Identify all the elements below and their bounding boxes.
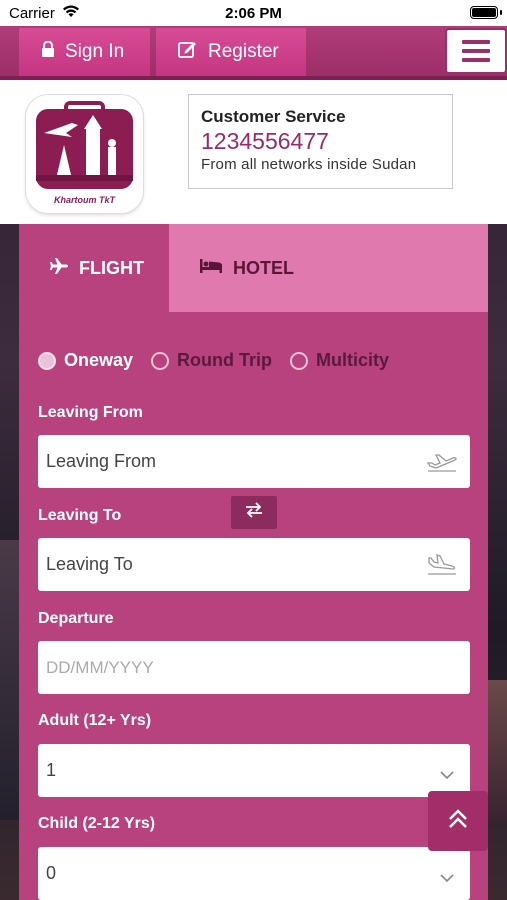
swap-icon	[243, 501, 265, 524]
radio-multicity-label: Multicity	[316, 350, 390, 370]
register-button[interactable]: Register	[156, 28, 306, 76]
adult-label: Adult (12+ Yrs)	[38, 712, 152, 729]
leaving-from-input[interactable]: Leaving From	[38, 435, 470, 488]
radio-dot	[151, 351, 170, 370]
departure-date-input[interactable]: DD/MM/YYYY	[38, 641, 470, 694]
background-scenery	[0, 540, 19, 820]
adult-value: 1	[46, 760, 57, 780]
customer-service-phone[interactable]: 1234556477	[201, 128, 440, 155]
swap-button[interactable]	[231, 496, 277, 529]
leaving-to-input[interactable]: Leaving To	[38, 538, 470, 591]
leaving-to-label: Leaving To	[38, 507, 122, 524]
bed-icon	[199, 258, 223, 279]
trip-type-group: Oneway Round Trip Multicity	[38, 350, 389, 371]
leaving-from-placeholder: Leaving From	[46, 451, 157, 471]
battery-icon	[470, 6, 502, 19]
plane-takeoff-icon	[426, 449, 458, 478]
chevron-down-icon	[440, 867, 454, 888]
departure-label: Departure	[38, 610, 114, 627]
radio-round-trip[interactable]: Round Trip	[151, 350, 272, 371]
scroll-top-button[interactable]	[428, 791, 488, 851]
adult-select[interactable]: 1	[38, 744, 470, 797]
hamburger-icon	[462, 40, 490, 44]
status-bar: Carrier 2:06 PM	[0, 0, 507, 26]
booking-panel: FLIGHT HOTEL Oneway Round Trip Multicity…	[19, 224, 488, 900]
plane-icon	[49, 257, 69, 280]
clock: 2:06 PM	[225, 5, 282, 22]
radio-dot	[38, 351, 56, 370]
leaving-from-label: Leaving From	[38, 404, 143, 421]
radio-oneway-label: Oneway	[64, 350, 134, 370]
customer-service-box: Customer Service 1234556477 From all net…	[188, 94, 453, 189]
register-label: Register	[208, 41, 279, 62]
chevron-down-icon	[440, 764, 454, 785]
edit-icon	[178, 40, 198, 64]
brand-header: Khartoum TkT Customer Service 1234556477…	[0, 80, 507, 224]
app-logo[interactable]: Khartoum TkT	[26, 95, 143, 213]
customer-service-note: From all networks inside Sudan	[201, 156, 417, 173]
sign-in-button[interactable]: Sign In	[19, 28, 150, 76]
customer-service-title: Customer Service	[201, 107, 346, 126]
radio-oneway[interactable]: Oneway	[38, 350, 133, 371]
child-select[interactable]: 0	[38, 847, 470, 900]
plane-landing-icon	[426, 552, 458, 581]
child-label: Child (2-12 Yrs)	[38, 815, 156, 832]
departure-placeholder: DD/MM/YYYY	[46, 657, 154, 677]
radio-multicity[interactable]: Multicity	[290, 350, 389, 371]
sign-in-label: Sign In	[65, 41, 125, 62]
leaving-to-placeholder: Leaving To	[46, 554, 133, 574]
background-scenery-right	[488, 680, 507, 820]
radio-dot	[290, 351, 309, 370]
menu-button[interactable]	[445, 28, 507, 74]
lock-icon	[41, 40, 55, 63]
tab-hotel[interactable]: HOTEL	[169, 224, 488, 312]
radio-round-trip-label: Round Trip	[177, 350, 273, 370]
double-chevron-up-icon	[447, 808, 469, 835]
top-nav: Sign In Register	[0, 26, 507, 80]
tab-flight[interactable]: FLIGHT	[19, 224, 169, 312]
tab-flight-label: FLIGHT	[79, 257, 144, 278]
booking-tabs: FLIGHT HOTEL	[19, 224, 488, 312]
child-value: 0	[46, 863, 57, 883]
logo-caption: Khartoum TkT	[53, 195, 115, 205]
tab-hotel-label: HOTEL	[233, 257, 294, 278]
